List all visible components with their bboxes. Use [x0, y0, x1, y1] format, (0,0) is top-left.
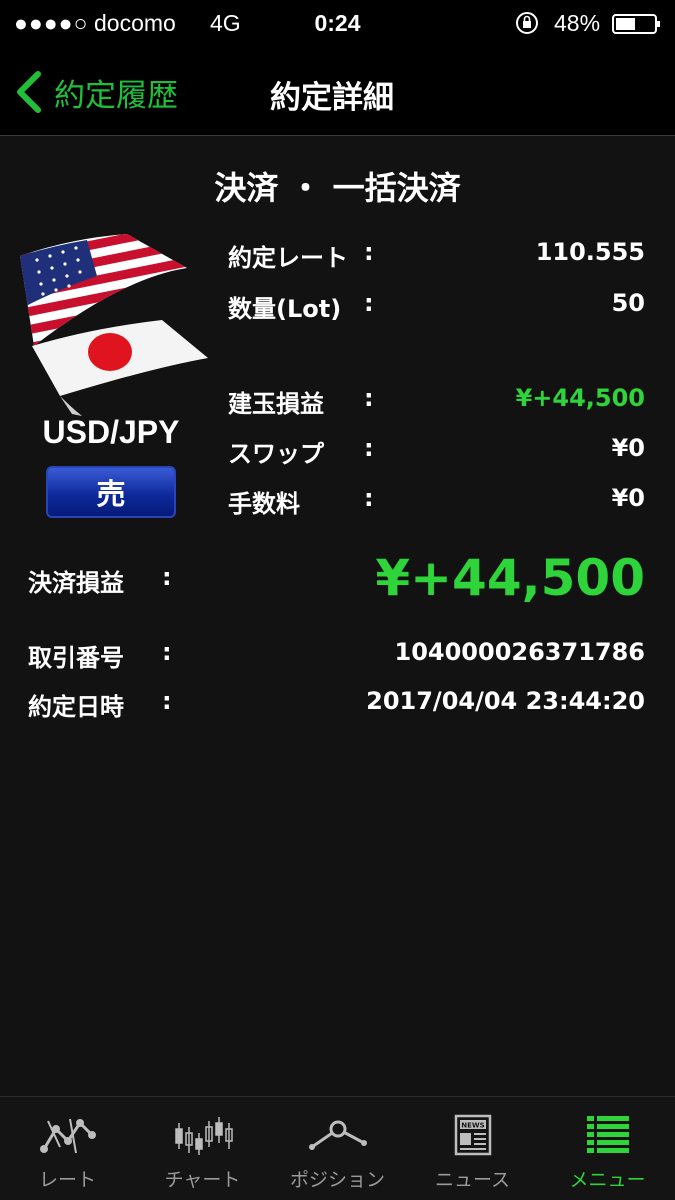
- rate-icon: [39, 1118, 96, 1154]
- back-button-label: 約定履歴: [54, 77, 178, 114]
- svg-text:NEWS: NEWS: [461, 1122, 484, 1130]
- tab-chart[interactable]: チャート: [135, 1097, 270, 1200]
- tab-news-label: ニュース: [434, 1169, 511, 1191]
- settlement-pl-label: 決済損益: [28, 569, 124, 597]
- fee-label: 手数料: [228, 490, 300, 518]
- swap-colon: :: [364, 434, 374, 462]
- battery-icon: [612, 14, 660, 34]
- settlement-pl-value: ¥+44,500: [375, 549, 645, 607]
- news-icon: NEWS: [454, 1114, 491, 1156]
- trade-datetime-value: 2017/04/04 23:44:20: [366, 687, 645, 715]
- back-button[interactable]: 約定履歴: [14, 68, 204, 116]
- rate-row: 約定レート : 110.555: [0, 238, 675, 278]
- tab-chart-label: チャート: [164, 1169, 241, 1191]
- fee-row: 手数料 : ¥0: [0, 484, 675, 524]
- navigation-bar: 約定履歴 約定詳細: [0, 48, 675, 136]
- trade-number-row: 取引番号 : 104000026371786: [0, 638, 675, 678]
- position-pl-value: ¥+44,500: [515, 384, 645, 412]
- status-bar: ●●●●○ docomo 4G 0:24 48%: [0, 0, 675, 48]
- fee-colon: :: [364, 484, 374, 512]
- position-pl-colon: :: [364, 384, 374, 412]
- swap-value: ¥0: [611, 434, 645, 462]
- tab-menu-label: メニュー: [569, 1169, 646, 1191]
- trade-number-colon: :: [162, 638, 172, 666]
- position-pl-row: 建玉損益 : ¥+44,500: [0, 384, 675, 424]
- lot-row: 数量(Lot) : 50: [0, 289, 675, 329]
- settlement-type-title: 決済 ・ 一括決済: [214, 169, 461, 207]
- tab-rate[interactable]: レート: [0, 1097, 135, 1200]
- lot-label: 数量(Lot): [228, 295, 342, 323]
- battery-percentage: 48%: [554, 10, 601, 36]
- settlement-pl-row: 決済損益 : ¥+44,500: [0, 549, 675, 607]
- tab-menu[interactable]: メニュー: [540, 1097, 675, 1200]
- lot-value: 50: [611, 289, 645, 317]
- tab-news[interactable]: NEWS ニュース: [405, 1097, 540, 1200]
- swap-row: スワップ : ¥0: [0, 434, 675, 474]
- candlestick-icon: [174, 1117, 233, 1155]
- position-pl-label: 建玉損益: [228, 390, 324, 418]
- trade-number-value: 104000026371786: [394, 638, 646, 666]
- trade-datetime-colon: :: [162, 687, 172, 715]
- trade-number-label: 取引番号: [28, 644, 124, 672]
- page-title: 約定詳細: [270, 80, 394, 116]
- trade-datetime-label: 約定日時: [28, 693, 124, 721]
- rate-colon: :: [364, 238, 374, 266]
- swap-label: スワップ: [228, 440, 324, 468]
- rate-label: 約定レート: [228, 244, 348, 272]
- lot-colon: :: [364, 289, 374, 317]
- tab-bar: レート チャート ポジション NEWS ニュース メニュー: [0, 1096, 675, 1200]
- position-icon: [308, 1120, 367, 1150]
- rate-value: 110.555: [535, 238, 645, 266]
- menu-list-icon: [586, 1116, 629, 1153]
- fee-value: ¥0: [611, 484, 645, 512]
- tab-rate-label: レート: [38, 1169, 96, 1191]
- rotation-lock-icon: [516, 12, 538, 34]
- tab-position-label: ポジション: [289, 1169, 385, 1191]
- trade-datetime-row: 約定日時 : 2017/04/04 23:44:20: [0, 687, 675, 727]
- chevron-left-icon: [17, 71, 41, 113]
- settlement-pl-colon: :: [162, 563, 172, 591]
- tab-position[interactable]: ポジション: [270, 1097, 405, 1200]
